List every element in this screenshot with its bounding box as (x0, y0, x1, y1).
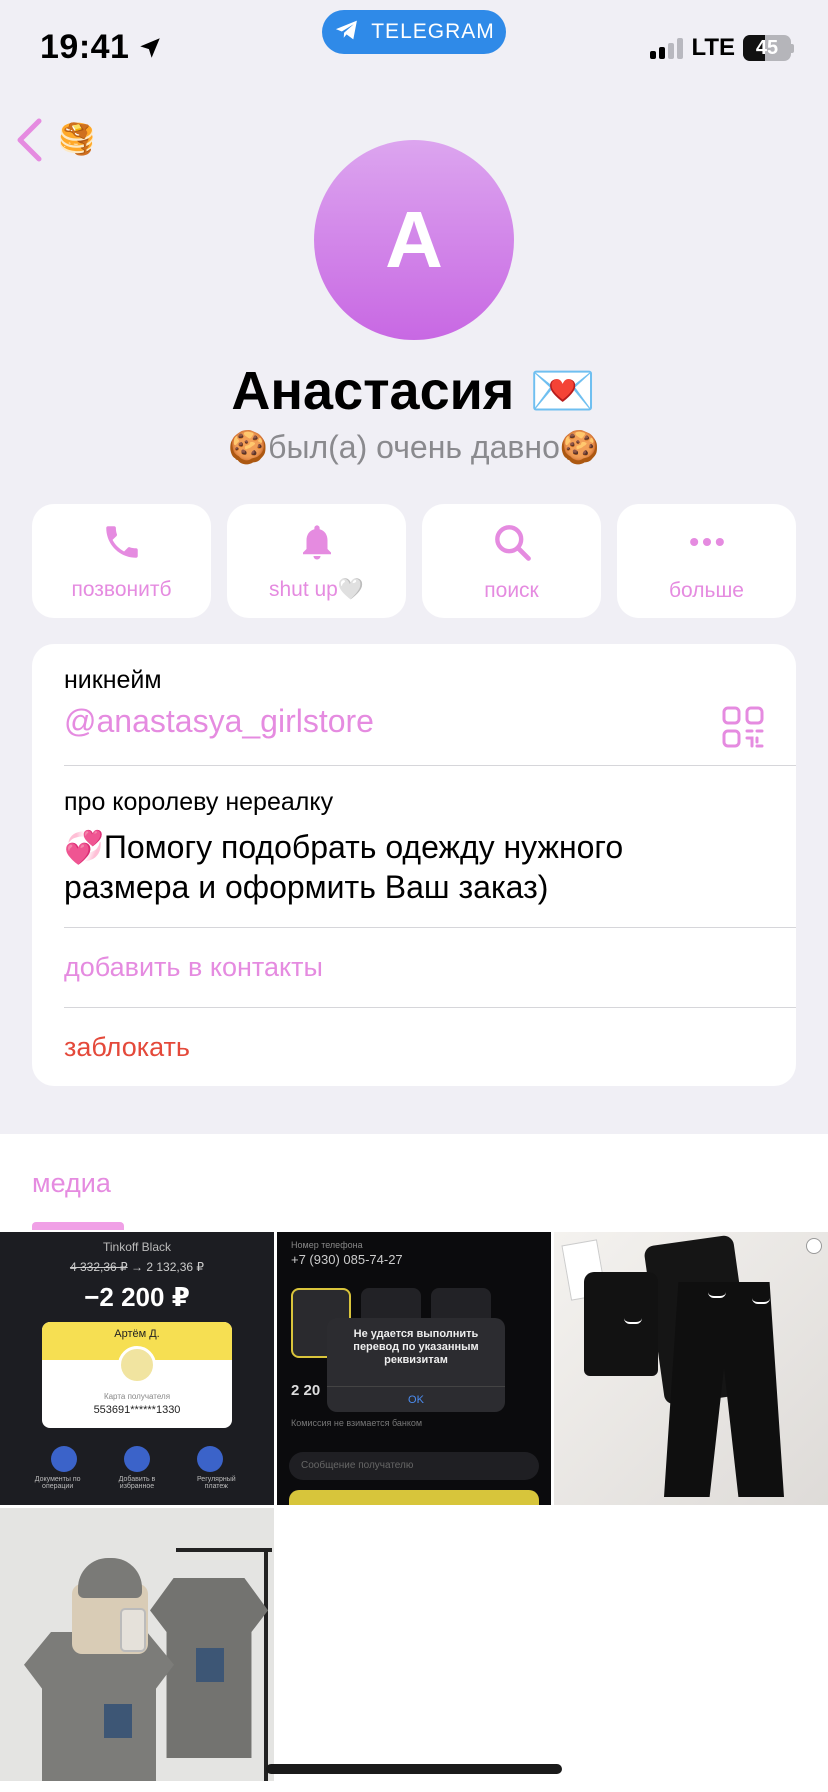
network-type: LTE (691, 34, 735, 61)
media-section: медиа Tinkoff Black 4 332,36 ₽ → 2 132,3… (0, 1134, 828, 1792)
t3-top (584, 1272, 658, 1376)
t2-commission: Комиссия не взимается банком (291, 1418, 423, 1428)
t2-error-text: Не удается выполнить перевод по указанны… (353, 1328, 479, 1366)
t1-recipient-card: Артём Д. Карта получателя 553691******13… (42, 1322, 232, 1428)
system-indicators: LTE 45 (650, 34, 794, 62)
bell-icon (296, 521, 338, 568)
media-thumbnail-tracksuit[interactable] (554, 1232, 828, 1505)
t2-ok-button: OK (327, 1386, 505, 1412)
call-button-label: позвонитб (71, 577, 172, 601)
more-icon (685, 520, 729, 569)
search-icon (490, 520, 534, 569)
media-thumbnail-tshirt[interactable] (0, 1508, 274, 1781)
bank-logo-icon (118, 1346, 156, 1384)
repeat-icon (196, 1446, 223, 1472)
t4-person (24, 1548, 174, 1781)
battery-percent: 45 (755, 36, 779, 59)
last-seen-status: 🍪был(а) очень давно🍪 (228, 429, 600, 465)
more-button-label: больше (669, 578, 744, 602)
telegram-plane-icon (333, 16, 361, 49)
media-grid: Tinkoff Black 4 332,36 ₽ → 2 132,36 ₽ −2… (0, 1232, 828, 1781)
clock-time: 19:41 (40, 28, 130, 66)
t1-card-label: Карта получателя (103, 1392, 171, 1401)
info-card: никнейм @anastasya_girlstore про королев… (32, 644, 796, 1086)
t3-logo (806, 1238, 822, 1254)
t1-amounts: 4 332,36 ₽ → 2 132,36 ₽ (69, 1260, 205, 1274)
add-to-contacts-label: добавить в контакты (64, 952, 323, 982)
t1-header: Tinkoff Black (102, 1240, 172, 1254)
tab-indicator (32, 1222, 124, 1230)
bio-text-line-1: 💞Помогу подобрать одежду нужного (64, 829, 624, 865)
avatar[interactable]: А (314, 140, 514, 340)
qr-code-icon[interactable] (722, 706, 764, 753)
t4-pole (264, 1548, 268, 1781)
profile-name: Анастасия 💌 (231, 361, 597, 421)
block-user-row[interactable]: заблокать (64, 1008, 796, 1086)
t2-error-dialog: Не удается выполнить перевод по указанны… (327, 1318, 505, 1412)
home-indicator[interactable] (266, 1764, 562, 1774)
t1-action-captions: Документы по операции Добавить в избранн… (34, 1476, 236, 1490)
t4-rack (176, 1548, 272, 1552)
t1-card-number: 553691******1330 (93, 1404, 181, 1416)
location-arrow-icon (137, 35, 163, 61)
t4-print (196, 1648, 224, 1682)
battery-icon: 45 (743, 35, 791, 61)
t2-yellow-button (289, 1490, 539, 1505)
telegram-pill[interactable]: TELEGRAM (322, 10, 506, 54)
username-row[interactable]: никнейм @anastasya_girlstore (64, 666, 796, 766)
username-value[interactable]: @anastasya_girlstore (64, 703, 796, 740)
clock: 19:41 (40, 28, 163, 67)
phone-icon (101, 521, 143, 568)
search-button-label: поиск (484, 578, 539, 602)
status-bar: 19:41 TELEGRAM LTE 45 (0, 0, 828, 100)
cellular-signal-icon (650, 37, 684, 59)
t2-phone-label: Номер телефона (291, 1240, 363, 1250)
chevron-left-icon (14, 117, 44, 168)
mute-button[interactable]: shut up🤍 (227, 504, 406, 618)
avatar-letter: А (385, 195, 443, 284)
bio-label: про королеву нереалку (64, 788, 334, 816)
back-folder-emoji[interactable]: 🥞 (58, 122, 95, 157)
bio-row: про королеву нереалку 💞Помогу подобрать … (64, 788, 796, 928)
t1-action-icons (0, 1446, 274, 1472)
t2-phone: +7 (930) 085-74-27 (291, 1252, 403, 1267)
t1-transfer-amount: −2 200 ₽ (84, 1282, 190, 1312)
action-buttons: позвонитб shut up🤍 поиск больше (32, 504, 796, 618)
bio-text-line-2: размера и оформить Ваш заказ) (64, 869, 549, 905)
document-icon (51, 1446, 78, 1472)
back-button[interactable] (14, 116, 54, 168)
call-button[interactable]: позвонитб (32, 504, 211, 618)
bio-text: 💞Помогу подобрать одежду нужного размера… (64, 827, 796, 907)
t2-message-input: Сообщение получателю (289, 1452, 539, 1480)
mute-button-label: shut up🤍 (268, 577, 365, 601)
block-user-label: заблокать (64, 1031, 190, 1062)
t2-amount: 2 20 (291, 1382, 321, 1399)
star-icon (123, 1446, 150, 1472)
add-to-contacts-row[interactable]: добавить в контакты (64, 928, 796, 1008)
username-label: никнейм (64, 666, 162, 694)
search-button[interactable]: поиск (422, 504, 601, 618)
telegram-pill-label: TELEGRAM (371, 20, 495, 43)
media-thumbnail-transfer-error[interactable]: Номер телефона +7 (930) 085-74-27 2 20 К… (277, 1232, 551, 1505)
media-thumbnail-bank-receipt[interactable]: Tinkoff Black 4 332,36 ₽ → 2 132,36 ₽ −2… (0, 1232, 274, 1505)
tab-media[interactable]: медиа (32, 1168, 111, 1199)
more-button[interactable]: больше (617, 504, 796, 618)
